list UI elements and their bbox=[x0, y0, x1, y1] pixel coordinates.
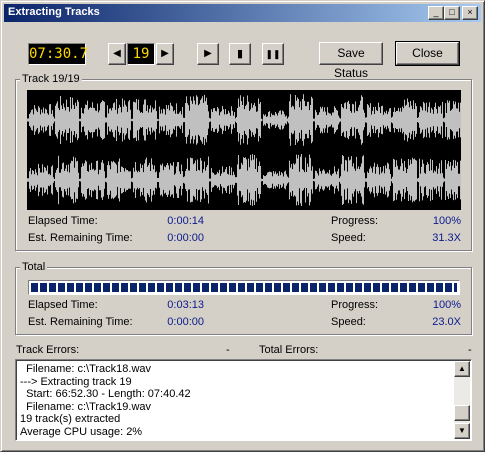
track-remaining-label: Est. Remaining Time: bbox=[28, 232, 133, 244]
close-window-button[interactable]: × bbox=[462, 6, 478, 20]
extraction-log[interactable]: Filename: c:\Track18.wav ---> Extracting… bbox=[15, 359, 472, 441]
track-number-display: 19 bbox=[127, 43, 155, 65]
track-progress-label: Progress: bbox=[331, 215, 379, 227]
total-progress-bar bbox=[28, 280, 460, 295]
scroll-down-button[interactable]: ▼ bbox=[454, 423, 470, 439]
save-status-button[interactable]: Save Status bbox=[319, 42, 383, 80]
log-line: Start: 66:52.30 - Length: 07:40.42 bbox=[20, 388, 191, 400]
track-speed-value: 31.3X bbox=[432, 232, 461, 244]
pause-button[interactable]: ❚❚ bbox=[262, 43, 284, 65]
total-elapsed-value: 0:03:13 bbox=[167, 299, 204, 311]
log-line: Average CPU usage: 2% bbox=[20, 425, 143, 438]
track-group-label: Track 19/19 bbox=[20, 73, 82, 85]
close-button[interactable]: Close bbox=[395, 41, 460, 66]
log-line: Filename: c:\Track18.wav bbox=[20, 363, 152, 375]
scroll-thumb[interactable] bbox=[454, 405, 470, 421]
maximize-button[interactable]: □ bbox=[444, 6, 460, 20]
total-speed-label: Speed: bbox=[331, 316, 366, 328]
previous-icon: ◀ bbox=[113, 48, 121, 59]
log-line: Filename: c:\Track19.wav bbox=[20, 400, 152, 413]
total-elapsed-label: Elapsed Time: bbox=[28, 299, 98, 311]
log-lines: Filename: c:\Track18.wav ---> Extracting… bbox=[20, 363, 456, 438]
track-progress-value: 100% bbox=[432, 215, 461, 227]
play-icon: ▶ bbox=[204, 48, 212, 59]
previous-track-button[interactable]: ◀ bbox=[108, 43, 126, 65]
track-remaining-value: 0:00:00 bbox=[167, 232, 204, 244]
total-remaining-label: Est. Remaining Time: bbox=[28, 316, 133, 328]
total-progress-label: Progress: bbox=[331, 299, 379, 311]
track-elapsed-value: 0:00:14 bbox=[167, 215, 204, 227]
total-remaining-value: 0:00:00 bbox=[167, 316, 204, 328]
track-errors-value: - bbox=[226, 344, 230, 356]
time-display: 07:30.7 bbox=[28, 43, 88, 65]
window-title: Extracting Tracks bbox=[8, 6, 100, 18]
stop-button[interactable]: ▮ bbox=[229, 43, 251, 65]
stop-icon: ▮ bbox=[236, 48, 244, 60]
total-errors-value: - bbox=[468, 344, 472, 356]
title-bar[interactable]: Extracting Tracks _ □ × bbox=[4, 4, 481, 22]
total-group-label: Total bbox=[20, 261, 48, 273]
log-scrollbar[interactable]: ▲ ▼ bbox=[454, 361, 470, 439]
waveform-display bbox=[27, 90, 461, 210]
log-line: 19 track(s) extracted bbox=[20, 413, 121, 425]
next-icon: ▶ bbox=[161, 48, 169, 59]
total-progress-fill bbox=[31, 283, 457, 292]
log-line: ---> Extracting track 19 bbox=[20, 375, 132, 388]
minimize-button[interactable]: _ bbox=[428, 6, 444, 20]
play-button[interactable]: ▶ bbox=[197, 43, 219, 65]
scroll-up-button[interactable]: ▲ bbox=[454, 361, 470, 377]
track-errors-label: Track Errors: bbox=[16, 344, 80, 356]
total-speed-value: 23.0X bbox=[432, 316, 461, 328]
track-elapsed-label: Elapsed Time: bbox=[28, 215, 98, 227]
next-track-button[interactable]: ▶ bbox=[156, 43, 174, 65]
total-errors-label: Total Errors: bbox=[259, 344, 319, 356]
extracting-tracks-window: Extracting Tracks _ □ × 07:30.7 ◀ 19 ▶ ▶… bbox=[0, 0, 485, 452]
track-speed-label: Speed: bbox=[331, 232, 366, 244]
total-progress-value: 100% bbox=[432, 299, 461, 311]
pause-icon: ❚❚ bbox=[265, 49, 281, 59]
waveform-graphic bbox=[27, 94, 461, 206]
